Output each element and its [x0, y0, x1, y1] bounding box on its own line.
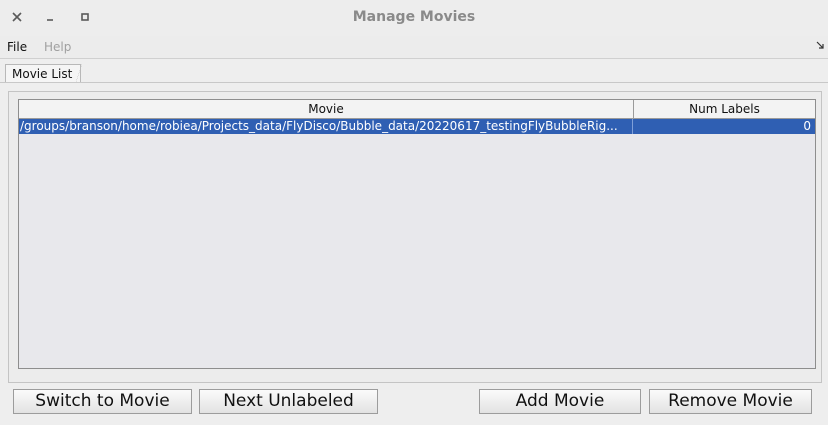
tab-strip: Movie List [0, 59, 828, 83]
column-header-num-labels[interactable]: Num Labels [634, 100, 815, 118]
next-unlabeled-button[interactable]: Next Unlabeled [199, 389, 378, 414]
movie-table[interactable]: Movie Num Labels /groups/branson/home/ro… [18, 99, 816, 369]
column-header-movie[interactable]: Movie [19, 100, 634, 118]
add-movie-button[interactable]: Add Movie [479, 389, 641, 414]
window-title: Manage Movies [352, 9, 476, 25]
resize-corner-icon [816, 41, 824, 49]
cell-movie-path: /groups/branson/home/robiea/Projects_dat… [20, 119, 633, 134]
movie-list-panel: Movie Num Labels /groups/branson/home/ro… [8, 91, 822, 383]
table-row[interactable]: /groups/branson/home/robiea/Projects_dat… [19, 119, 815, 134]
menu-file[interactable]: File [7, 40, 27, 54]
remove-movie-button[interactable]: Remove Movie [649, 389, 812, 414]
title-bar[interactable]: Manage Movies [0, 0, 828, 37]
manage-movies-window: Manage Movies File Help Movie List Movie… [0, 0, 828, 425]
menu-help[interactable]: Help [44, 40, 71, 54]
tab-movie-list[interactable]: Movie List [5, 64, 82, 83]
corner-glyph [816, 41, 824, 49]
cell-num-labels: 0 [803, 119, 811, 133]
table-header: Movie Num Labels [19, 100, 815, 119]
menu-bar: File Help [0, 36, 828, 59]
tab-edge [76, 64, 82, 82]
switch-to-movie-button[interactable]: Switch to Movie [13, 389, 192, 414]
tab-divider [0, 82, 828, 83]
